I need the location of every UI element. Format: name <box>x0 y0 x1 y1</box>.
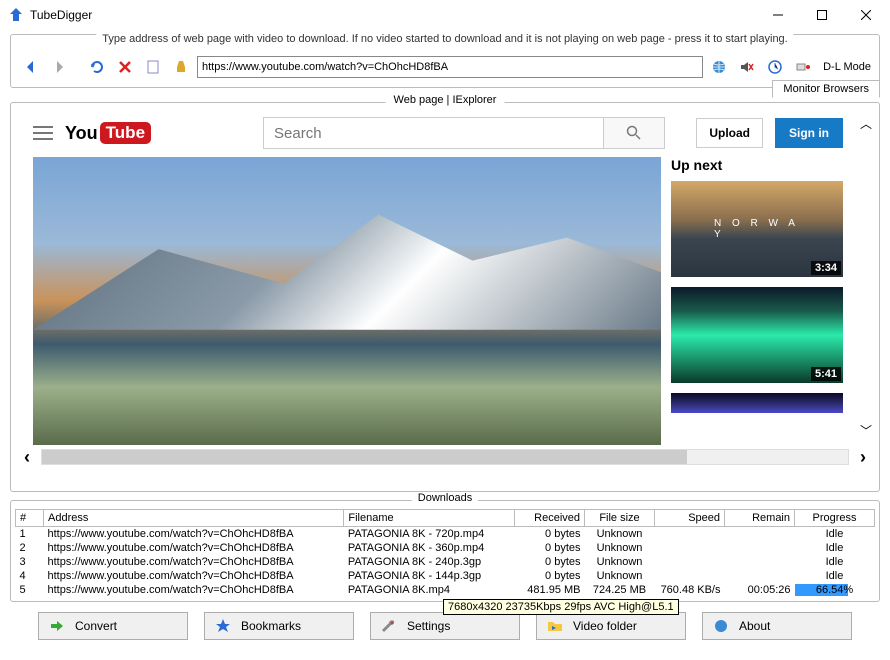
column-header[interactable]: Speed <box>655 510 725 527</box>
video-folder-button[interactable]: Video folder <box>536 612 686 640</box>
scroll-down-icon[interactable]: ﹀ <box>859 422 873 439</box>
titlebar: TubeDigger <box>0 0 890 30</box>
table-row[interactable]: 1https://www.youtube.com/watch?v=ChOhcHD… <box>16 527 875 542</box>
scroll-up-icon[interactable]: ︿ <box>859 115 873 132</box>
convert-icon <box>49 618 65 634</box>
forward-button[interactable] <box>47 55 71 79</box>
column-header[interactable]: Address <box>44 510 344 527</box>
column-header[interactable]: # <box>16 510 44 527</box>
main-video-player[interactable] <box>33 157 661 445</box>
back-button[interactable] <box>19 55 43 79</box>
upnext-thumb-1[interactable]: N O R W A Y 3:34 <box>671 181 843 277</box>
column-header[interactable]: Progress <box>795 510 875 527</box>
window-title: TubeDigger <box>30 8 756 22</box>
folder-icon <box>547 618 563 634</box>
close-button[interactable] <box>844 1 888 29</box>
refresh-button[interactable] <box>85 55 109 79</box>
settings-button[interactable]: Settings <box>370 612 520 640</box>
upnext-thumb-3[interactable] <box>671 393 843 413</box>
browser-pane: Web page | IExplorer YouTube Upload Sign… <box>10 102 880 492</box>
clock-icon[interactable] <box>763 55 787 79</box>
video-info-tooltip: 7680x4320 23735Kbps 29fps AVC High@L5.1 <box>443 599 679 615</box>
hscroll-track[interactable] <box>41 449 849 465</box>
about-button[interactable]: About <box>702 612 852 640</box>
hamburger-icon[interactable] <box>33 126 53 140</box>
wrench-icon <box>381 618 397 634</box>
toolbar-hint: Type address of web page with video to d… <box>96 33 793 45</box>
hscroll[interactable]: ‹ › <box>17 447 873 467</box>
column-header[interactable]: Remain <box>725 510 795 527</box>
globe-icon[interactable] <box>707 55 731 79</box>
column-header[interactable]: File size <box>585 510 655 527</box>
mute-icon[interactable] <box>735 55 759 79</box>
bookmarks-button[interactable]: Bookmarks <box>204 612 354 640</box>
vscroll[interactable]: ︿ ﹀ <box>859 109 873 445</box>
monitor-browsers-tab[interactable]: Monitor Browsers <box>772 80 880 98</box>
table-row[interactable]: 5https://www.youtube.com/watch?v=ChOhcHD… <box>16 583 875 597</box>
star-icon <box>215 618 231 634</box>
scroll-left-icon[interactable]: ‹ <box>17 447 37 467</box>
downloads-legend: Downloads <box>412 492 478 504</box>
url-input[interactable] <box>197 56 703 78</box>
browser-legend: Web page | IExplorer <box>386 94 505 106</box>
table-row[interactable]: 2https://www.youtube.com/watch?v=ChOhcHD… <box>16 541 875 555</box>
toolbar: Type address of web page with video to d… <box>10 34 880 88</box>
minimize-button[interactable] <box>756 1 800 29</box>
table-row[interactable]: 4https://www.youtube.com/watch?v=ChOhcHD… <box>16 569 875 583</box>
stop-button[interactable] <box>113 55 137 79</box>
column-header[interactable]: Received <box>515 510 585 527</box>
youtube-logo[interactable]: YouTube <box>65 122 151 144</box>
convert-button[interactable]: Convert <box>38 612 188 640</box>
page-button[interactable] <box>141 55 165 79</box>
maximize-button[interactable] <box>800 1 844 29</box>
downloads-table: #AddressFilenameReceivedFile sizeSpeedRe… <box>15 509 875 597</box>
upnext-sidebar: Up next N O R W A Y 3:34 5:41 <box>671 157 843 445</box>
clear-button[interactable] <box>169 55 193 79</box>
youtube-body: Up next N O R W A Y 3:34 5:41 <box>17 157 859 445</box>
upnext-thumb-2[interactable]: 5:41 <box>671 287 843 383</box>
upnext-title: Up next <box>671 157 843 173</box>
search-input[interactable] <box>263 117 603 149</box>
record-icon[interactable] <box>791 55 815 79</box>
downloads-pane: Downloads #AddressFilenameReceivedFile s… <box>10 500 880 602</box>
youtube-header: YouTube Upload Sign in <box>17 109 859 157</box>
scroll-right-icon[interactable]: › <box>853 447 873 467</box>
column-header[interactable]: Filename <box>344 510 515 527</box>
search-button[interactable] <box>603 117 665 149</box>
dl-mode-label[interactable]: D-L Mode <box>823 61 871 73</box>
app-icon <box>8 7 24 23</box>
upload-button[interactable]: Upload <box>696 118 763 148</box>
table-row[interactable]: 3https://www.youtube.com/watch?v=ChOhcHD… <box>16 555 875 569</box>
globe-icon <box>713 618 729 634</box>
table-header-row: #AddressFilenameReceivedFile sizeSpeedRe… <box>16 510 875 527</box>
signin-button[interactable]: Sign in <box>775 118 843 148</box>
